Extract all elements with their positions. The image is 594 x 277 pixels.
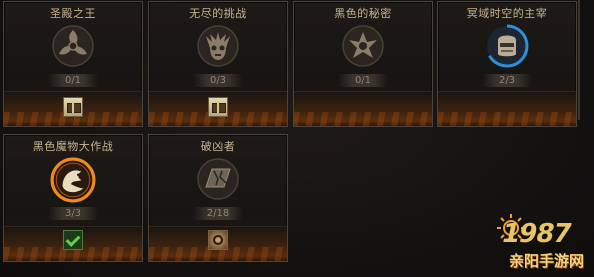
card-footer <box>294 91 432 126</box>
achievement-title: 无尽的挑战 <box>189 7 247 20</box>
achievement-title: 冥域时空的主宰 <box>466 7 548 20</box>
achievement-card-2[interactable]: 无尽的挑战 0/3 <box>148 1 288 127</box>
achievement-title: 圣殿之王 <box>50 7 96 20</box>
watermark-number: 1987 <box>498 219 574 249</box>
checkmark-icon[interactable] <box>63 230 83 250</box>
cracked-slab-icon <box>197 158 239 200</box>
achievement-panel: 圣殿之王 0/1 无尽的挑战 0/3 黑色的秘密 0/1 冥域时空的主宰 2/3… <box>0 0 594 277</box>
achievement-title: 黑色的秘密 <box>334 7 392 20</box>
achievement-title: 破凶者 <box>200 140 236 153</box>
achievement-progress: 2/3 <box>482 74 532 87</box>
achievement-progress: 0/1 <box>48 74 98 87</box>
claw-badge-icon[interactable] <box>208 230 228 250</box>
achievement-progress: 0/1 <box>338 74 388 87</box>
achievement-progress: 3/3 <box>48 207 98 220</box>
achievement-card-3[interactable]: 黑色的秘密 0/1 <box>293 1 433 127</box>
achievement-card-6[interactable]: 破凶者 2/18 <box>148 134 288 262</box>
chest-icon[interactable] <box>63 97 83 117</box>
card-footer <box>438 91 576 126</box>
chest-icon[interactable] <box>208 97 228 117</box>
achievement-progress: 0/3 <box>193 74 243 87</box>
dark-emblem-icon <box>342 25 384 67</box>
watermark-name: 亲阳手游网 <box>508 252 584 270</box>
panel-divider <box>578 0 580 120</box>
achievement-card-4[interactable]: 冥域时空的主宰 2/3 <box>437 1 577 127</box>
achievement-title: 黑色魔物大作战 <box>32 140 114 153</box>
dragon-sigil-icon <box>50 157 96 203</box>
achievement-card-1[interactable]: 圣殿之王 0/1 <box>3 1 143 127</box>
demon-skull-icon <box>197 25 239 67</box>
achievement-card-5[interactable]: 黑色魔物大作战 3/3 <box>3 134 143 262</box>
armored-helm-icon <box>485 24 529 68</box>
site-watermark: 1987 亲阳手游网 <box>456 213 586 273</box>
spinning-blade-icon <box>52 25 94 67</box>
achievement-progress: 2/18 <box>193 207 243 220</box>
